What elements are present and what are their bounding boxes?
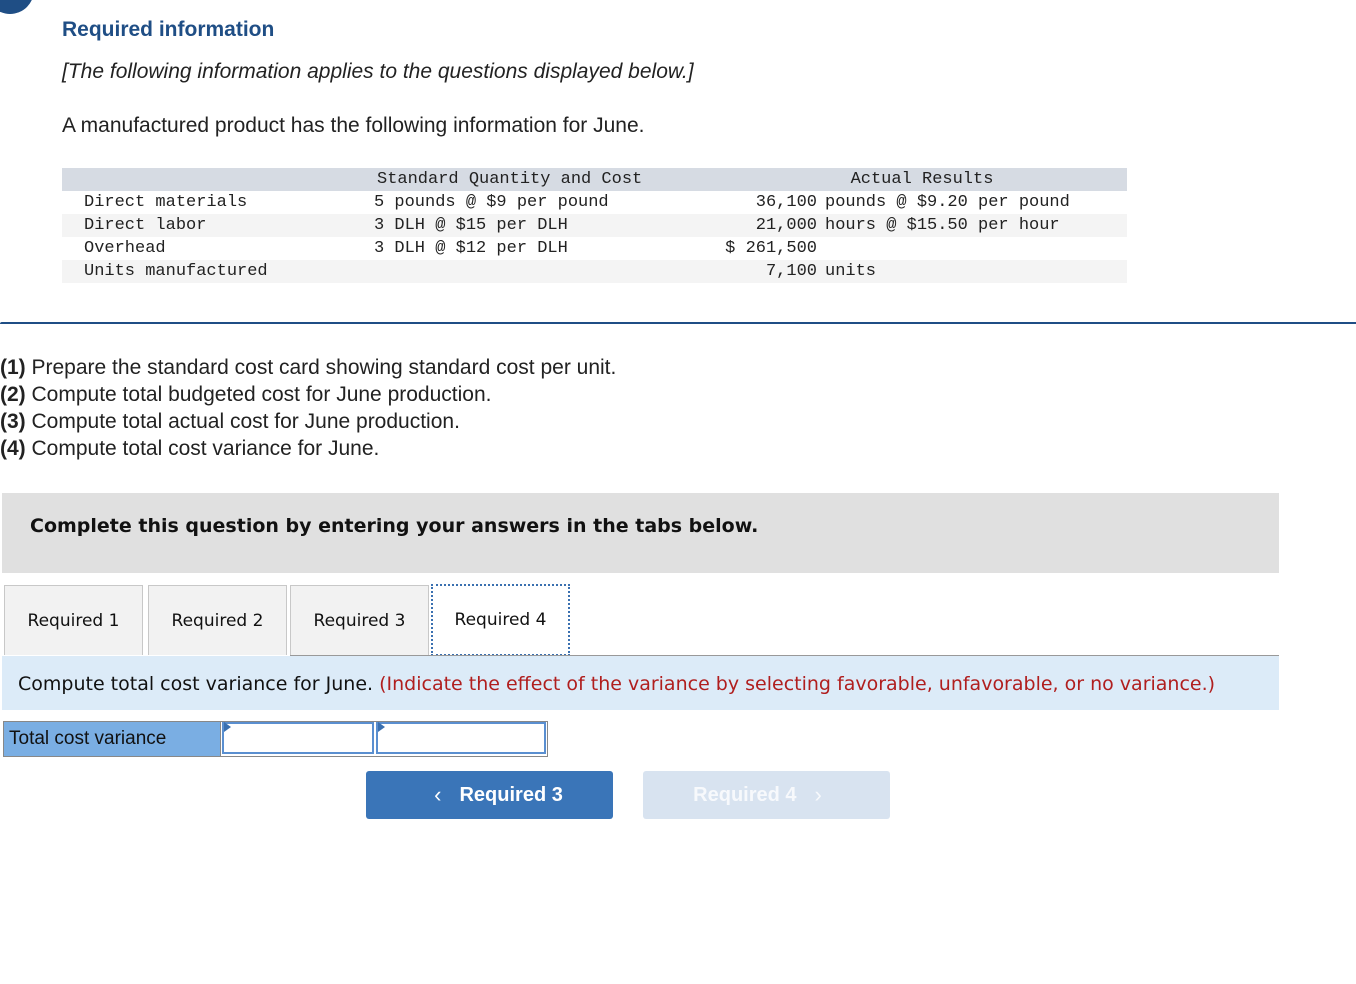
variance-amount-input[interactable] [224,724,376,754]
prompt-hint: (Indicate the effect of the variance by … [379,673,1216,695]
row-actual-detail: units [817,260,1127,283]
question-item: (3) Compute total actual cost for June p… [0,408,616,435]
next-button: Required 4 › [643,771,890,819]
instruction-banner: Complete this question by entering your … [2,493,1279,573]
row-actual-detail: pounds @ $9.20 per pound [825,193,1070,212]
question-number: (1) [0,356,26,379]
question-number: (4) [0,437,26,460]
tab-required-1[interactable]: Required 1 [4,585,143,655]
logo-badge [0,0,34,14]
question-item: (2) Compute total budgeted cost for June… [0,381,616,408]
question-text: Compute total budgeted cost for June pro… [25,383,492,406]
chevron-right-icon: › [814,782,822,807]
row-actual-amount: 7,100 [717,260,817,283]
row-standard: 3 DLH @ $12 per DLH [374,239,568,258]
question-text: Compute total cost variance for June. [25,437,380,460]
question-text: Compute total actual cost for June produ… [25,410,460,433]
prev-button-label: Required 3 [459,783,563,806]
question-text: Prepare the standard cost card showing s… [25,356,617,379]
header-standard: Standard Quantity and Cost [374,168,717,191]
question-number: (3) [0,410,26,433]
variance-effect-input[interactable] [378,724,548,754]
row-label: Overhead [84,239,166,258]
table-row: Overhead 3 DLH @ $12 per DLH $ 261,500 [62,237,1127,260]
row-standard: 5 pounds @ $9 per pound [374,193,609,212]
header-label [62,168,374,191]
row-label: Direct materials [84,193,248,212]
question-number: (2) [0,383,26,406]
row-actual-detail [817,237,1127,260]
question-prompt: Compute total cost variance for June. (I… [2,656,1279,710]
row-actual-amount: 36,100 [755,193,817,212]
row-actual-amount: $ 261,500 [725,239,817,258]
variance-amount-field[interactable] [222,722,376,754]
table-row: Units manufactured 7,100 units [62,260,1127,283]
info-note: [The following information applies to th… [62,60,694,83]
question-list: (1) Prepare the standard cost card showi… [0,354,616,462]
variance-effect-select[interactable] [376,722,548,754]
table-row: Direct materials 5 pounds @ $9 per pound… [62,191,1127,214]
section-divider [0,322,1356,324]
prompt-text: Compute total cost variance for June. [18,673,374,695]
instruction-text: Complete this question by entering your … [30,515,759,537]
table-row: Direct labor 3 DLH @ $15 per DLH 21,000 … [62,214,1127,237]
next-button-label: Required 4 [693,783,797,806]
intro-text: A manufactured product has the following… [62,114,645,137]
tab-required-3[interactable]: Required 3 [290,585,429,655]
question-item: (4) Compute total cost variance for June… [0,435,616,462]
info-table: Standard Quantity and Cost Actual Result… [62,168,1127,283]
header-actual: Actual Results [717,168,1127,191]
question-item: (1) Prepare the standard cost card showi… [0,354,616,381]
tab-required-4[interactable]: Required 4 [431,584,570,656]
row-label: Units manufactured [62,260,374,283]
section-title: Required information [62,18,275,41]
row-label: Direct labor [62,214,374,237]
prev-button[interactable]: ‹ Required 3 [366,771,613,819]
row-actual-amount: 21,000 [717,214,817,237]
row-standard: 3 DLH @ $15 per DLH [374,214,717,237]
answer-label: Total cost variance [4,722,221,756]
row-standard [374,260,717,283]
tab-required-2[interactable]: Required 2 [148,585,287,655]
chevron-left-icon: ‹ [434,782,442,807]
table-header-row: Standard Quantity and Cost Actual Result… [62,168,1127,191]
answer-row: Total cost variance [3,721,548,757]
row-actual-detail: hours @ $15.50 per hour [817,214,1127,237]
